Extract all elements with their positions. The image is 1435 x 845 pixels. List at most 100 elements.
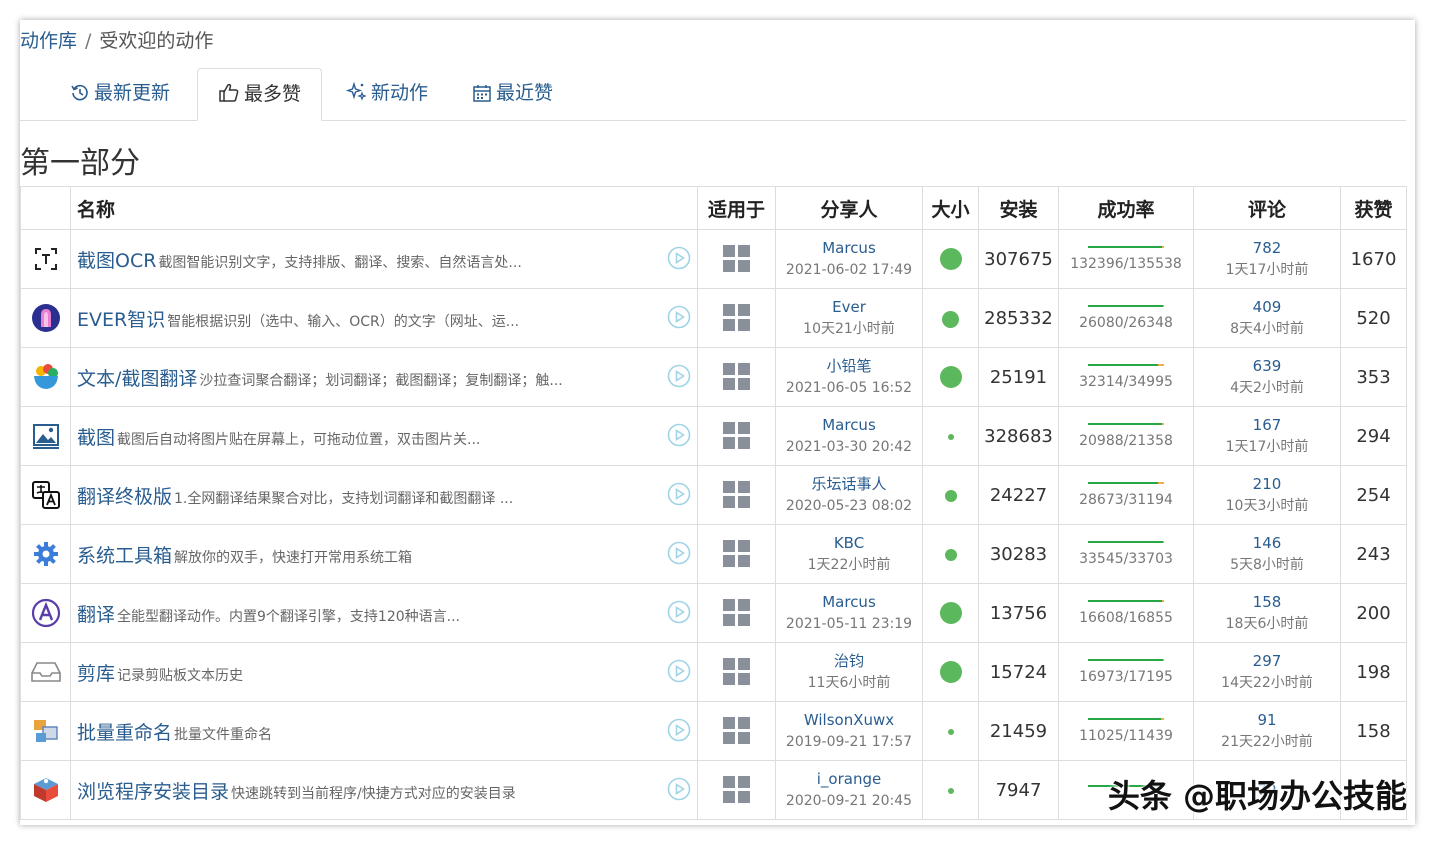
action-title-link[interactable]: EVER智识 [77,309,165,331]
share-time: 10天21小时前 [803,321,895,337]
sharer-link[interactable]: Marcus [777,591,922,613]
table-row[interactable]: 剪库 记录剪贴板文本历史 治钧 11天6小时前 15724 16973/17195 297 1… [20,642,1407,702]
action-title-link[interactable]: 批量重命名 [77,722,172,744]
size-cell [922,583,979,643]
tab-most-liked[interactable]: 最多赞 [197,68,323,121]
header-name[interactable]: 名称 [70,186,698,230]
play-icon[interactable] [667,364,691,392]
action-description: 快速跳转到当前程序/快捷方式对应的安装目录 [231,785,516,802]
comment-count-link[interactable]: 91 [1195,709,1340,731]
action-name-cell: 系统工具箱 解放你的双手，快速打开常用系统工箱 [70,524,698,584]
comment-time: 10天3小时前 [1225,498,1309,514]
comments-cell: 210 10天3小时前 [1193,465,1341,525]
sharer-cell: Marcus 2021-03-30 20:42 [775,406,923,466]
inbox-icon [22,660,70,684]
action-title-link[interactable]: 文本/截图翻译 [77,368,197,390]
sharer-link[interactable]: KBC [777,532,922,554]
play-icon[interactable] [667,246,691,274]
failure-rate-bar [1160,718,1164,720]
play-icon[interactable] [667,659,691,687]
comment-count-link[interactable]: 782 [1195,237,1340,259]
play-icon[interactable] [667,482,691,510]
windows-icon [699,539,775,569]
platform-cell [697,465,776,525]
action-title-link[interactable]: 翻译 [77,604,115,626]
tab-recent-likes[interactable]: 最近赞 [472,68,553,119]
header-likes[interactable]: 获赞 [1340,186,1407,230]
action-icon-cell [20,465,71,525]
likes-cell: 200 [1340,583,1407,643]
comment-time: 4天2小时前 [1230,380,1304,396]
success-rate-text: 16608/16855 [1079,610,1173,626]
comment-count-link[interactable]: 297 [1195,650,1340,672]
success-rate-bar [1088,305,1164,307]
table-row[interactable]: 文本/截图翻译 沙拉查词聚合翻译；划词翻译；截图翻译；复制翻译；触... 小铅笔 20… [20,347,1407,407]
play-icon[interactable] [667,600,691,628]
windows-icon [699,598,775,628]
size-indicator [947,729,954,735]
installs-cell: 7947 [978,760,1059,820]
comments-cell: 91 21天22小时前 [1193,701,1341,761]
action-title-link[interactable]: 截图OCR [77,250,156,272]
sharer-link[interactable]: Ever [777,296,922,318]
likes-cell: 243 [1340,524,1407,584]
success-rate-bar [1088,482,1164,484]
rename-icon [22,716,70,746]
install-count: 24227 [989,484,1048,506]
comment-count-link[interactable]: 146 [1195,532,1340,554]
tab-latest[interactable]: 最新更新 [70,68,170,119]
table-header-row: 名称 适用于 分享人 大小 安装 成功率 评论 获赞 [20,186,1407,230]
comment-count-link[interactable]: 167 [1195,414,1340,436]
header-installs[interactable]: 安装 [978,186,1059,230]
success-rate-bar [1088,718,1164,720]
action-title-link[interactable]: 剪库 [77,663,115,685]
action-title-link[interactable]: 浏览程序安装目录 [77,781,229,803]
comment-count-link[interactable]: 639 [1195,355,1340,377]
table-row[interactable]: 批量重命名 批量文件重命名 WilsonXuwx 2019-09-21 17:57 21… [20,701,1407,761]
sharer-link[interactable]: WilsonXuwx [777,709,922,731]
header-platform[interactable]: 适用于 [697,186,776,230]
failure-rate-bar [1157,482,1164,484]
sharer-link[interactable]: 小铅笔 [777,355,922,377]
play-icon[interactable] [667,305,691,333]
tab-new-actions[interactable]: 新动作 [345,68,428,119]
action-title-link[interactable]: 截图 [77,427,115,449]
header-sharer[interactable]: 分享人 [775,186,923,230]
comments-cell: 146 5天8小时前 [1193,524,1341,584]
size-indicator [944,549,957,561]
table-row[interactable]: 截图 截图后自动将图片贴在屏幕上，可拖动位置，双击图片关... Marcus 2021… [20,406,1407,466]
action-icon-cell [20,406,71,466]
header-comments[interactable]: 评论 [1193,186,1341,230]
comment-count-link[interactable]: 409 [1195,296,1340,318]
sharer-cell: Ever 10天21小时前 [775,288,923,348]
play-icon[interactable] [667,777,691,805]
sharer-link[interactable]: i_orange [777,768,922,790]
translate-a-icon [22,598,70,628]
table-row[interactable]: 翻译终极版 1.全网翻译结果聚合对比，支持划词翻译和截图翻译 ... 乐坛话事人 20… [20,465,1407,525]
header-success-rate[interactable]: 成功率 [1058,186,1194,230]
install-count: 21459 [989,720,1048,742]
play-icon[interactable] [667,541,691,569]
sharer-cell: Marcus 2021-06-02 17:49 [775,229,923,289]
sharer-link[interactable]: 治钧 [777,650,922,672]
success-rate-text: 16973/17195 [1079,669,1173,685]
play-icon[interactable] [667,423,691,451]
windows-icon [699,421,775,451]
table-row[interactable]: 截图OCR 截图智能识别文字，支持排版、翻译、搜索、自然语言处... Marcus 2… [20,229,1407,289]
action-title-link[interactable]: 翻译终极版 [77,486,172,508]
table-row[interactable]: 系统工具箱 解放你的双手，快速打开常用系统工箱 KBC 1天22小时前 30283 335… [20,524,1407,584]
action-name-cell: 截图 截图后自动将图片贴在屏幕上，可拖动位置，双击图片关... [70,406,698,466]
table-row[interactable]: EVER智识 智能根据识别（选中、输入、OCR）的文字（网址、运... Ever 10… [20,288,1407,348]
sharer-link[interactable]: Marcus [777,414,922,436]
table-row[interactable]: 翻译 全能型翻译动作。内置9个翻译引擎，支持120种语言... Marcus 2021… [20,583,1407,643]
breadcrumb-root-link[interactable]: 动作库 [20,30,77,52]
platform-cell [697,229,776,289]
action-title-link[interactable]: 系统工具箱 [77,545,172,567]
comment-count-link[interactable]: 210 [1195,473,1340,495]
comment-count-link[interactable]: 158 [1195,591,1340,613]
header-size[interactable]: 大小 [922,186,979,230]
size-cell [922,347,979,407]
sharer-link[interactable]: Marcus [777,237,922,259]
sharer-link[interactable]: 乐坛话事人 [777,473,922,495]
play-icon[interactable] [667,718,691,746]
